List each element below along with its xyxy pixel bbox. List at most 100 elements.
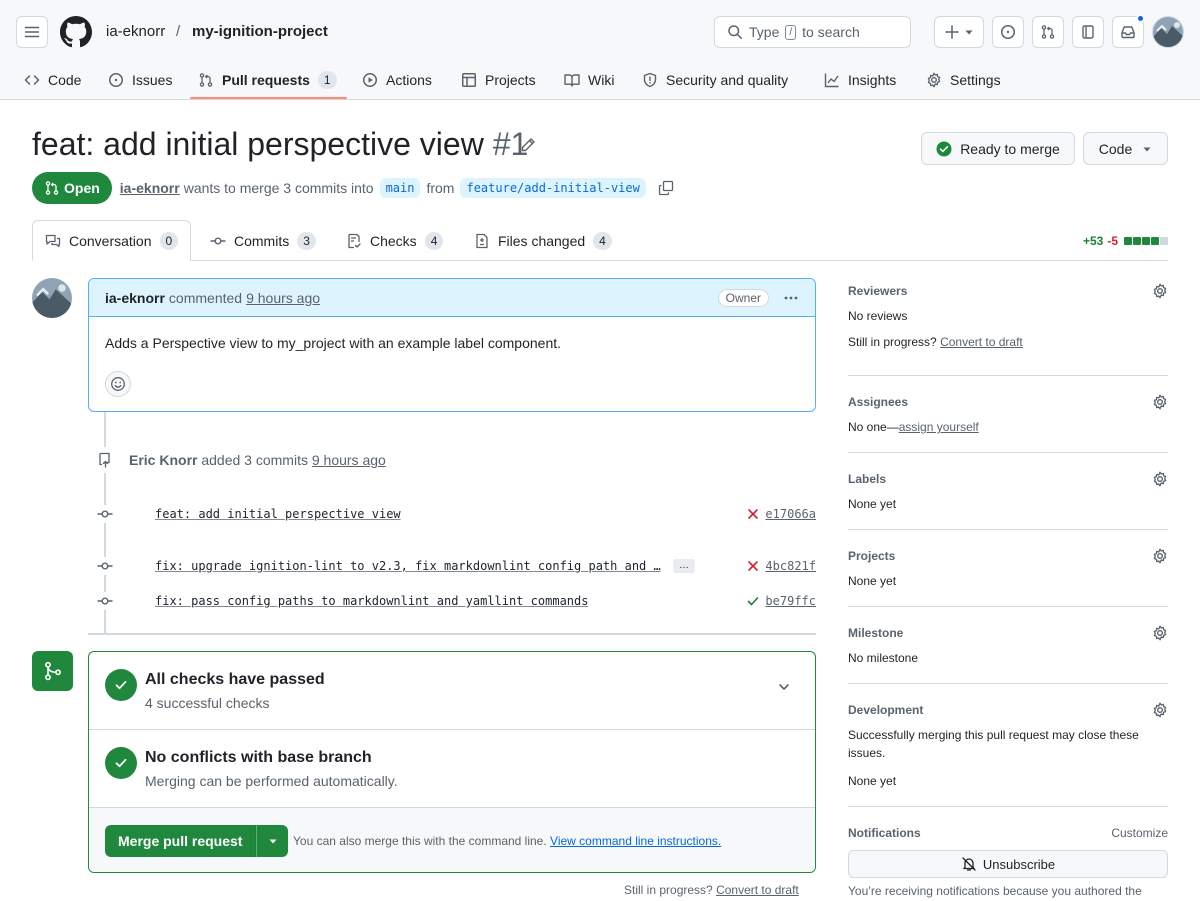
development-description: Successfully merging this pull request m… xyxy=(848,728,1139,760)
tab-insights[interactable]: Insights xyxy=(816,60,904,100)
git-commit-icon xyxy=(96,557,114,575)
check-icon[interactable] xyxy=(746,594,760,608)
event-time[interactable]: 9 hours ago xyxy=(312,452,386,468)
commit-sha[interactable]: e17066a xyxy=(765,507,816,521)
ready-to-merge-button[interactable]: Ready to merge xyxy=(921,132,1075,165)
copy-branch-button[interactable] xyxy=(658,180,674,196)
diffstat-box xyxy=(1160,237,1168,245)
merge-pull-request-button[interactable]: Merge pull request xyxy=(105,825,257,857)
edit-title-button[interactable] xyxy=(520,137,536,153)
diffstat-deletions: -5 xyxy=(1107,234,1118,248)
plus-icon xyxy=(945,25,959,39)
commit-message[interactable]: fix: pass config paths to markdownlint a… xyxy=(155,594,588,608)
bell-slash-icon xyxy=(962,857,976,871)
add-reaction-button[interactable] xyxy=(105,371,131,397)
tab-actions[interactable]: Actions xyxy=(354,60,440,100)
breadcrumb-repo[interactable]: my-ignition-project xyxy=(192,23,328,40)
graph-icon xyxy=(824,73,839,88)
tab-code[interactable]: Code xyxy=(16,60,89,100)
user-avatar[interactable] xyxy=(1152,16,1184,48)
sidebar-notifications: Notifications Customize xyxy=(848,820,1168,840)
x-icon[interactable] xyxy=(746,507,760,521)
sidebar-assignees: Assignees No one—assign yourself xyxy=(848,389,1168,453)
commit-sha[interactable]: 4bc821f xyxy=(765,559,816,573)
checklist-icon xyxy=(348,233,361,248)
create-new-button[interactable] xyxy=(934,16,984,48)
tab-projects[interactable]: Projects xyxy=(453,60,544,100)
chevron-down-icon[interactable] xyxy=(777,680,791,694)
gear-icon[interactable] xyxy=(1152,702,1168,718)
sidebar-reviewers: Reviewers No reviews Still in progress? … xyxy=(848,278,1168,376)
active-tab-indicator xyxy=(190,97,347,99)
tab-wiki[interactable]: Wiki xyxy=(556,60,622,100)
inbox-icon xyxy=(1121,26,1135,39)
comment-author[interactable]: ia-eknorr xyxy=(105,290,165,306)
git-pull-request-icon xyxy=(45,181,59,195)
comment-time[interactable]: 9 hours ago xyxy=(246,290,320,306)
check-icon xyxy=(105,669,137,701)
sidebar-labels: Labels None yet xyxy=(848,466,1168,530)
x-icon[interactable] xyxy=(746,559,760,573)
hamburger-icon xyxy=(25,26,39,38)
merge-method-dropdown[interactable] xyxy=(256,825,289,857)
commit-sha[interactable]: be79ffc xyxy=(765,594,816,608)
diffstat-box xyxy=(1151,237,1159,245)
issues-button[interactable] xyxy=(992,16,1024,48)
reviewers-title: Reviewers xyxy=(848,284,908,298)
commit-row: fix: pass config paths to markdownlint a… xyxy=(96,591,816,611)
commit-row: feat: add initial perspective view e1706… xyxy=(96,504,816,524)
tab-pull-requests[interactable]: Pull requests 1 xyxy=(190,60,345,100)
breadcrumb-owner[interactable]: ia-eknorr xyxy=(106,23,165,40)
git-merge-icon xyxy=(32,651,73,691)
pr-title-text: feat: add initial perspective view xyxy=(32,126,484,162)
event-author[interactable]: Eric Knorr xyxy=(129,452,197,468)
notification-reason: You’re receiving notifications because y… xyxy=(848,884,1142,898)
checks-section[interactable]: All checks have passed 4 successful chec… xyxy=(89,652,815,730)
menu-button[interactable] xyxy=(16,16,48,48)
development-value: None yet xyxy=(848,774,897,788)
shield-icon xyxy=(643,72,657,88)
commenter-avatar[interactable] xyxy=(32,278,72,318)
comment-options-button[interactable] xyxy=(783,290,799,306)
tab-security[interactable]: Security and quality xyxy=(634,60,796,100)
gear-icon[interactable] xyxy=(1152,283,1168,299)
expand-commit-message-button[interactable]: … xyxy=(673,559,695,573)
tab-commits[interactable]: Commits 3 xyxy=(198,220,328,261)
book-icon xyxy=(564,74,580,87)
assign-yourself-link[interactable]: assign yourself xyxy=(899,420,979,434)
pr-tabs: Conversation 0 Commits 3 Checks 4 Files … xyxy=(32,220,1168,261)
unread-indicator xyxy=(1136,14,1145,23)
repo-nav: Code Issues Pull requests 1 Actions Proj… xyxy=(0,60,1200,100)
sidebar-convert-to-draft-link[interactable]: Convert to draft xyxy=(940,335,1023,349)
gear-icon[interactable] xyxy=(1152,548,1168,564)
head-branch[interactable]: feature/add-initial-view xyxy=(460,178,646,198)
comment-action: commented xyxy=(168,289,243,306)
tab-conversation[interactable]: Conversation 0 xyxy=(32,220,192,261)
table-icon xyxy=(462,73,476,87)
pr-author-link[interactable]: ia-eknorr xyxy=(120,180,180,196)
code-dropdown-button[interactable]: Code xyxy=(1083,132,1168,165)
base-branch[interactable]: main xyxy=(379,178,421,198)
pull-requests-button[interactable] xyxy=(1032,16,1064,48)
unsubscribe-button[interactable]: Unsubscribe xyxy=(848,850,1168,878)
command-line-instructions-link[interactable]: View command line instructions. xyxy=(550,834,721,848)
gear-icon[interactable] xyxy=(1152,625,1168,641)
convert-to-draft-link[interactable]: Convert to draft xyxy=(716,883,799,897)
tab-settings[interactable]: Settings xyxy=(918,60,1009,100)
code-icon xyxy=(24,75,40,85)
search-input[interactable]: Type / to search xyxy=(714,16,911,48)
timeline-break xyxy=(88,633,816,635)
tab-issues[interactable]: Issues xyxy=(100,60,180,100)
github-logo-icon[interactable] xyxy=(60,16,92,48)
tab-files-changed[interactable]: Files changed 4 xyxy=(462,220,624,261)
diffstat-box xyxy=(1142,237,1150,245)
customize-notifications-link[interactable]: Customize xyxy=(1111,826,1168,840)
tab-checks[interactable]: Checks 4 xyxy=(334,220,455,261)
commit-message[interactable]: feat: add initial perspective view xyxy=(155,507,401,521)
gear-icon[interactable] xyxy=(1152,471,1168,487)
gear-icon[interactable] xyxy=(1152,394,1168,410)
comment-discussion-icon xyxy=(45,234,61,247)
copilot-button[interactable] xyxy=(1072,16,1104,48)
reviewers-value: No reviews xyxy=(848,309,908,323)
commit-message[interactable]: fix: upgrade ignition-lint to v2.3, fix … xyxy=(155,559,663,573)
